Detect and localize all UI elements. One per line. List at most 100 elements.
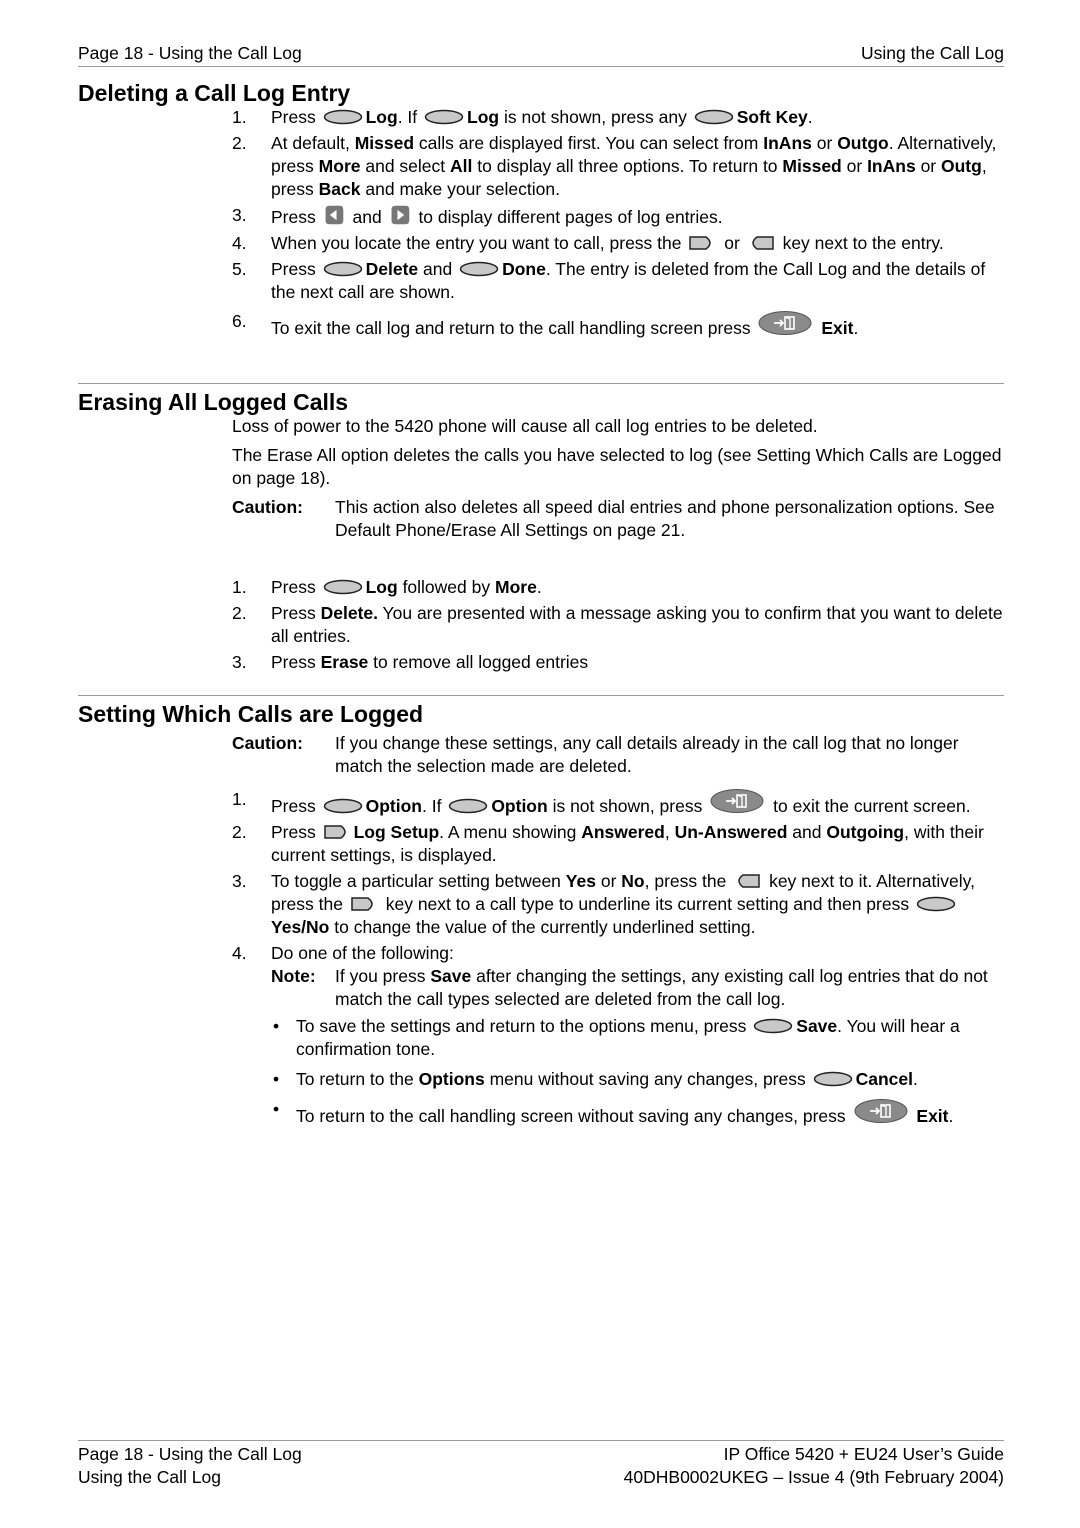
key-label-log: Log bbox=[365, 577, 398, 597]
caution-text: This action also deletes all speed dial … bbox=[335, 497, 995, 540]
footer-left-1: Page 18 - Using the Call Log bbox=[78, 1444, 302, 1464]
soft-key-oval-icon bbox=[323, 109, 363, 125]
erasing-steps: 1. Press Log followed by More. 2. Press … bbox=[232, 576, 1006, 677]
value-yes: Yes bbox=[565, 871, 596, 891]
bullet-marker: • bbox=[273, 1069, 280, 1089]
key-label-save: Save bbox=[430, 966, 472, 986]
setting-steps: 1. Press Option. If Option is not shown,… bbox=[232, 788, 1006, 1135]
step-text: and bbox=[423, 259, 453, 279]
soft-key-oval-icon bbox=[448, 798, 488, 814]
step-text: key next to a call type to underline its… bbox=[385, 894, 910, 914]
exit-key-icon bbox=[757, 310, 813, 336]
section-title-setting: Setting Which Calls are Logged bbox=[78, 701, 424, 727]
left-line-key-icon bbox=[733, 873, 761, 889]
step-text: . If bbox=[421, 796, 442, 816]
exit-key-icon bbox=[709, 788, 765, 814]
left-line-key-icon bbox=[747, 235, 775, 251]
list-item: 3. To toggle a particular setting betwee… bbox=[232, 870, 1006, 939]
paragraph: Loss of power to the 5420 phone will cau… bbox=[232, 416, 818, 436]
menu-label-outgoing: Outgoing bbox=[826, 822, 905, 842]
list-item: 5. Press Delete and Done. The entry is d… bbox=[232, 258, 1006, 304]
step-number: 3. bbox=[232, 871, 247, 891]
list-item: 2. At default, Missed calls are displaye… bbox=[232, 132, 1006, 201]
step-text: is not shown, press any bbox=[503, 107, 687, 127]
key-label-soft-key: Soft Key bbox=[736, 107, 808, 127]
step-text: When you locate the entry you want to ca… bbox=[271, 233, 682, 253]
list-item: 1. Press Option. If Option is not shown,… bbox=[232, 788, 1006, 818]
list-item: 1. Press Log. If Log is not shown, press… bbox=[232, 106, 1006, 129]
menu-label-unanswered: Un-Answered bbox=[674, 822, 788, 842]
step-text: You are presented with a message asking … bbox=[271, 603, 1003, 646]
list-item: 2. Press Log Setup. A menu showing Answe… bbox=[232, 821, 1006, 867]
step-text: calls are displayed first. You can selec… bbox=[418, 133, 759, 153]
step-number: 2. bbox=[232, 603, 247, 623]
bullet-text: To save the settings and return to the o… bbox=[296, 1016, 747, 1036]
key-label: InAns bbox=[763, 133, 812, 153]
step-text: to remove all logged entries bbox=[373, 652, 589, 672]
key-label-option: Option bbox=[365, 796, 422, 816]
caution-note: Caution: If you change these settings, a… bbox=[232, 732, 1006, 778]
step-text: . If bbox=[397, 107, 418, 127]
key-label: More bbox=[318, 156, 361, 176]
right-arrow-key-icon bbox=[389, 204, 411, 226]
step-text: Press bbox=[271, 822, 316, 842]
key-label-log-setup: Log Setup bbox=[353, 822, 440, 842]
step-text: . bbox=[536, 577, 542, 597]
step-number: 6. bbox=[232, 311, 247, 331]
step-text: or bbox=[920, 156, 937, 176]
step-text: Press bbox=[271, 107, 316, 127]
soft-key-oval-icon bbox=[916, 896, 956, 912]
soft-key-oval-icon bbox=[459, 261, 499, 277]
step-text: or bbox=[724, 233, 740, 253]
step-text: key next to the entry. bbox=[782, 233, 944, 253]
step-text: is not shown, press bbox=[552, 796, 703, 816]
left-arrow-key-icon bbox=[323, 204, 345, 226]
step-text: To exit the call log and return to the c… bbox=[271, 318, 751, 338]
list-item: 4. When you locate the entry you want to… bbox=[232, 232, 1006, 255]
key-label-delete: Delete bbox=[365, 259, 419, 279]
step-text: and make your selection. bbox=[365, 179, 560, 199]
soft-key-oval-icon bbox=[424, 109, 464, 125]
step-text: . A menu showing bbox=[439, 822, 577, 842]
step-text: Press bbox=[271, 603, 316, 623]
step-text: Press bbox=[271, 796, 316, 816]
step-text: At default, bbox=[271, 133, 350, 153]
step-number: 3. bbox=[232, 652, 247, 672]
bullet-text: menu without saving any changes, press bbox=[489, 1069, 806, 1089]
soft-key-oval-icon bbox=[813, 1071, 853, 1087]
value-no: No bbox=[621, 871, 645, 891]
list-item: 1. Press Log followed by More. bbox=[232, 576, 1006, 599]
bullet-item: • To return to the call handling screen … bbox=[271, 1098, 1006, 1128]
caution-text: If you change these settings, any call d… bbox=[335, 733, 959, 776]
key-label-exit: Exit bbox=[916, 1106, 949, 1126]
step-number: 1. bbox=[232, 789, 247, 809]
step-text: or bbox=[816, 133, 833, 153]
bullet-text: . bbox=[948, 1106, 954, 1126]
key-label-delete: Delete. bbox=[320, 603, 378, 623]
bullet-text: To return to the call handling screen wi… bbox=[296, 1106, 846, 1126]
key-label: Outgo bbox=[837, 133, 889, 153]
right-line-key-icon bbox=[688, 235, 716, 251]
header-left: Page 18 - Using the Call Log bbox=[78, 43, 302, 63]
section-title-deleting: Deleting a Call Log Entry bbox=[78, 80, 351, 106]
soft-key-oval-icon bbox=[323, 798, 363, 814]
key-label: Back bbox=[318, 179, 361, 199]
bullet-marker: • bbox=[273, 1099, 280, 1119]
section-divider bbox=[78, 695, 1004, 696]
right-line-key-icon bbox=[323, 824, 351, 840]
caution-note: Caution: This action also deletes all sp… bbox=[232, 496, 1006, 542]
key-label: Missed bbox=[782, 156, 842, 176]
bullet-text: To return to the bbox=[296, 1069, 414, 1089]
page-header: Page 18 - Using the Call Log Using the C… bbox=[78, 42, 1004, 67]
step-text: . bbox=[807, 107, 813, 127]
section-divider bbox=[78, 383, 1004, 384]
step-number: 1. bbox=[232, 577, 247, 597]
menu-label-options: Options bbox=[418, 1069, 485, 1089]
paragraph: The Erase All option deletes the calls y… bbox=[232, 445, 1002, 488]
step-text: and bbox=[352, 207, 382, 227]
step-text: , bbox=[664, 822, 670, 842]
step-number: 1. bbox=[232, 107, 247, 127]
page-footer: Page 18 - Using the Call Log IP Office 5… bbox=[78, 1440, 1004, 1489]
list-item: 2. Press Delete. You are presented with … bbox=[232, 602, 1006, 648]
list-item: 3. Press Erase to remove all logged entr… bbox=[232, 651, 1006, 674]
